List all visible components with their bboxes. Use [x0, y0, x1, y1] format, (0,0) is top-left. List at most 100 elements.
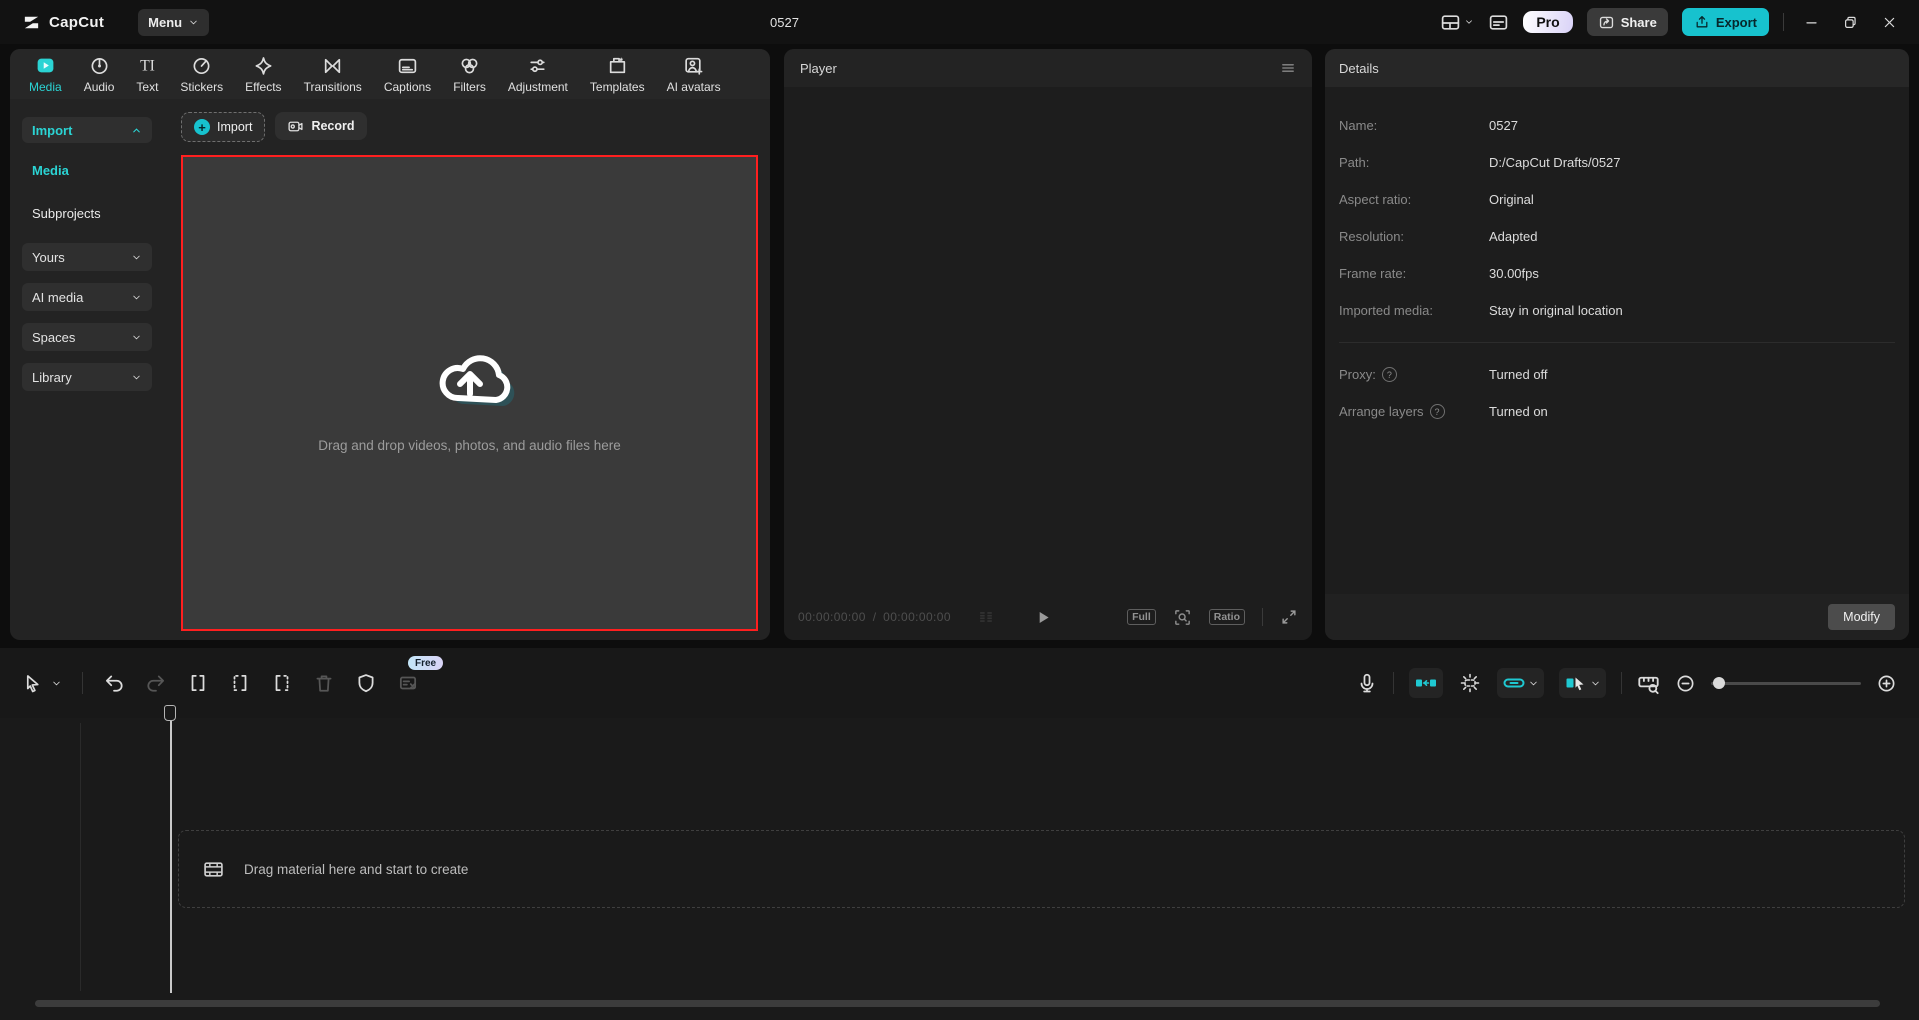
- media-content: + Import Record Drag and drop videos, ph…: [158, 99, 770, 640]
- export-label: Export: [1715, 14, 1757, 30]
- undo-button[interactable]: [103, 672, 125, 694]
- sidebar-item-subprojects[interactable]: Subprojects: [22, 202, 152, 224]
- delete-right-button[interactable]: [271, 672, 293, 694]
- detail-row-imported-media: Imported media: Stay in original locatio…: [1339, 292, 1895, 329]
- player-viewport[interactable]: [784, 87, 1312, 594]
- smart-script-button[interactable]: Free: [397, 656, 444, 694]
- tab-text[interactable]: TI Text: [125, 55, 169, 93]
- timeline-dropzone[interactable]: Drag material here and start to create: [178, 830, 1905, 908]
- modify-button[interactable]: Modify: [1828, 604, 1895, 630]
- plus-icon: +: [194, 119, 210, 135]
- horizontal-scrollbar[interactable]: [35, 1000, 1880, 1007]
- tab-transitions[interactable]: Transitions: [293, 55, 373, 94]
- total-time: 00:00:00:00: [883, 610, 951, 624]
- tab-ai-avatars[interactable]: AI avatars: [656, 55, 732, 94]
- snap-clips-icon: [1416, 679, 1436, 687]
- detail-label: Path:: [1339, 155, 1370, 170]
- detail-label: Frame rate:: [1339, 266, 1407, 281]
- effects-icon: [253, 55, 274, 76]
- pro-badge[interactable]: Pro: [1523, 11, 1573, 33]
- layout-icon: [1442, 14, 1460, 30]
- redo-icon: [147, 675, 165, 692]
- restore-button[interactable]: [1843, 15, 1858, 30]
- zoom-in-button[interactable]: [1876, 673, 1897, 694]
- import-dropzone[interactable]: Drag and drop videos, photos, and audio …: [181, 155, 758, 631]
- sidebar-item-media[interactable]: Media: [22, 159, 152, 181]
- preview-zoom-button[interactable]: [1173, 608, 1192, 627]
- sidebar-item-yours[interactable]: Yours: [22, 243, 152, 271]
- ruler-magnifier-icon: [1638, 676, 1659, 694]
- record-button[interactable]: Record: [275, 112, 367, 140]
- tab-captions[interactable]: Captions: [373, 55, 442, 94]
- tab-audio[interactable]: Audio: [73, 55, 126, 94]
- track-header-divider: [80, 723, 81, 991]
- menu-button[interactable]: Menu: [138, 8, 210, 36]
- current-time: 00:00:00:00: [798, 610, 866, 624]
- svg-text:TI: TI: [140, 57, 155, 74]
- tab-adjustment[interactable]: Adjustment: [497, 55, 579, 94]
- tab-stickers[interactable]: Stickers: [169, 55, 234, 94]
- capcut-logo-icon: [24, 16, 39, 28]
- share-button[interactable]: Share: [1586, 8, 1668, 36]
- text-icon: TI: [137, 55, 158, 76]
- detail-row-aspect-ratio: Aspect ratio: Original: [1339, 181, 1895, 218]
- panel-layout-button[interactable]: [1488, 12, 1509, 33]
- redo-button[interactable]: [145, 672, 167, 694]
- slider-handle[interactable]: [1713, 677, 1725, 689]
- help-icon[interactable]: ?: [1381, 367, 1397, 382]
- minimize-button[interactable]: [1804, 15, 1819, 30]
- sidebar-item-import[interactable]: Import: [22, 117, 152, 143]
- detail-label: Imported media:: [1339, 303, 1433, 318]
- playhead-handle[interactable]: [164, 705, 176, 721]
- chevron-down-icon: [1592, 681, 1599, 685]
- project-title: 0527: [770, 14, 799, 30]
- import-label: Import: [217, 120, 253, 134]
- auto-snap-toggle[interactable]: [1409, 668, 1443, 698]
- full-quality-button[interactable]: Full: [1127, 609, 1156, 625]
- sidebar-item-ai-media[interactable]: AI media: [22, 283, 152, 311]
- layout-switch-button[interactable]: [1440, 12, 1474, 33]
- cursor-icon: [26, 674, 39, 692]
- voiceover-button[interactable]: [1356, 672, 1378, 694]
- zoom-to-fit-button[interactable]: [1637, 672, 1660, 695]
- details-title: Details: [1339, 60, 1379, 76]
- ai-avatars-icon: [683, 55, 704, 76]
- preview-select-toggle[interactable]: [1559, 668, 1606, 698]
- delete-button[interactable]: [313, 672, 335, 694]
- detail-value: Turned off: [1489, 367, 1548, 382]
- mask-button[interactable]: [355, 672, 377, 694]
- timeline-zoom-slider[interactable]: [1711, 677, 1861, 689]
- delete-left-button[interactable]: [229, 672, 251, 694]
- zoom-out-button[interactable]: [1675, 673, 1696, 694]
- tab-label: Captions: [383, 79, 432, 94]
- play-button[interactable]: [1035, 609, 1052, 626]
- main-track-magnet-toggle[interactable]: [1458, 671, 1482, 695]
- chevron-down-icon: [133, 375, 140, 379]
- import-button[interactable]: + Import: [181, 112, 266, 142]
- tab-templates[interactable]: Templates: [579, 55, 656, 94]
- detail-row-name: Name: 0527: [1339, 107, 1895, 144]
- sidebar-item-library[interactable]: Library: [22, 363, 152, 391]
- tab-media[interactable]: Media: [18, 55, 73, 94]
- detail-label: Aspect ratio:: [1339, 192, 1412, 207]
- player-controls: 00:00:00:00 / 00:00:00:00 Full Ratio: [784, 594, 1312, 640]
- detail-label: Arrange layers: [1339, 404, 1424, 419]
- export-button[interactable]: Export: [1681, 8, 1769, 36]
- sidebar-item-spaces[interactable]: Spaces: [22, 323, 152, 351]
- detail-value: Turned on: [1489, 404, 1548, 419]
- transitions-icon: [322, 55, 343, 76]
- ratio-button[interactable]: Ratio: [1208, 609, 1245, 625]
- select-tool-button[interactable]: [22, 673, 62, 694]
- linking-toggle[interactable]: [1497, 668, 1544, 698]
- close-button[interactable]: [1882, 15, 1897, 30]
- timeline-area[interactable]: Drag material here and start to create: [0, 705, 1919, 1020]
- text-delete-icon: [399, 676, 417, 690]
- tab-effects[interactable]: Effects: [234, 55, 292, 94]
- split-button[interactable]: [187, 672, 209, 694]
- fullscreen-button[interactable]: [1280, 608, 1298, 626]
- help-icon[interactable]: ?: [1429, 404, 1445, 419]
- player-menu-icon[interactable]: [1280, 60, 1296, 76]
- audio-icon: [89, 55, 110, 76]
- player-title: Player: [800, 60, 837, 76]
- tab-filters[interactable]: Filters: [442, 55, 497, 94]
